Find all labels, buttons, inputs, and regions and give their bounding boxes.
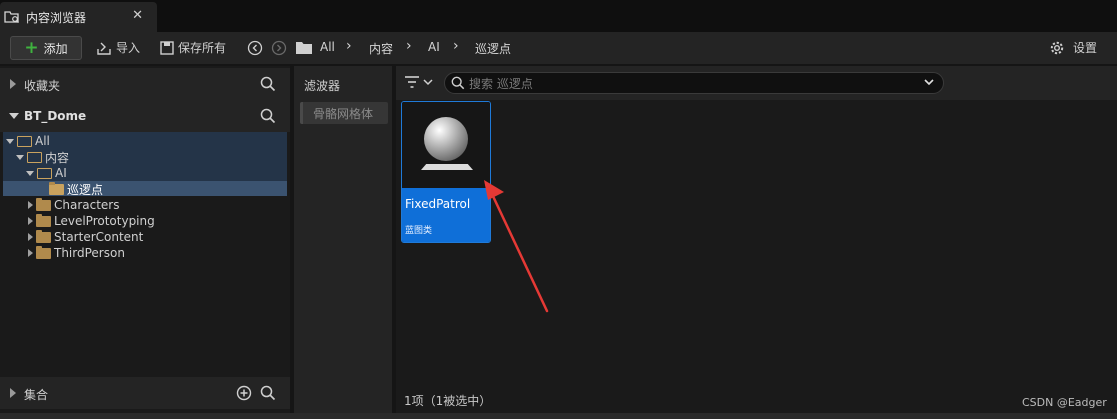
breadcrumb-separator: ›	[346, 38, 352, 54]
tree-item-level-prototyping[interactable]: LevelPrototyping	[28, 213, 155, 229]
save-all-button[interactable]: 保存所有	[160, 39, 226, 56]
folder-icon	[36, 197, 51, 211]
folder-icon-button[interactable]	[296, 41, 316, 54]
tree-item-label: All	[35, 134, 50, 148]
annotation-arrow-icon	[484, 180, 549, 313]
expand-icon	[10, 79, 16, 89]
folder-icon	[49, 181, 64, 195]
filter-chip-skeletal-mesh[interactable]: 骨骼网格体	[300, 102, 388, 124]
chevron-down-icon[interactable]	[923, 76, 935, 91]
tree-item-all[interactable]: All	[6, 133, 50, 149]
project-label: BT_Dome	[24, 109, 87, 123]
breadcrumb-separator: ›	[406, 38, 412, 54]
project-header[interactable]: BT_Dome	[0, 100, 290, 132]
tree-item-label: LevelPrototyping	[54, 214, 155, 228]
breadcrumb-separator: ›	[453, 38, 459, 54]
favorites-header[interactable]: 收藏夹	[0, 68, 290, 100]
search-input[interactable]: 搜索 巡逻点	[444, 72, 944, 94]
collapse-icon	[26, 170, 34, 176]
collections-label: 集合	[24, 388, 49, 402]
breadcrumb-content[interactable]: 内容	[369, 40, 393, 57]
tree-item-starter-content[interactable]: StarterContent	[28, 229, 143, 245]
expand-icon	[28, 217, 33, 225]
toolbar: + 添加 导入 保存所有 All › 内容 › AI › 巡逻点 设置	[0, 32, 1117, 64]
expand-icon	[10, 388, 16, 398]
filters-panel: 滤波器 骨骼网格体	[294, 66, 392, 419]
expand-icon	[28, 249, 33, 257]
history-forward-button[interactable]	[271, 40, 291, 56]
asset-thumbnail	[402, 102, 490, 188]
collections-header[interactable]: 集合	[0, 377, 290, 409]
search-icon[interactable]	[260, 76, 276, 95]
folder-icon	[296, 42, 312, 54]
tree-item-content[interactable]: 内容	[16, 149, 69, 165]
tab-content-browser[interactable]: 内容浏览器 ✕	[0, 2, 157, 32]
folder-icon	[36, 245, 51, 259]
tree-item-label: ThirdPerson	[54, 246, 125, 260]
tree-item-patrol-points[interactable]: 巡逻点	[49, 181, 103, 197]
settings-label: 设置	[1073, 41, 1098, 55]
save-icon	[160, 40, 174, 55]
filter-dropdown-button[interactable]	[404, 75, 433, 89]
tree-item-label: StarterContent	[54, 230, 144, 244]
sources-panel: 收藏夹 BT_Dome All 内容 AI 巡逻点 Characters Lev…	[0, 66, 290, 419]
content-browser-icon	[4, 9, 20, 25]
tree-selected-row	[3, 181, 287, 196]
import-label: 导入	[116, 41, 141, 55]
bottom-strip	[0, 413, 1117, 419]
expand-icon	[28, 233, 33, 241]
tab-title: 内容浏览器	[26, 10, 87, 25]
tree-item-third-person[interactable]: ThirdPerson	[28, 245, 125, 261]
tree-item-label: 巡逻点	[67, 182, 104, 197]
collapse-icon	[6, 138, 14, 144]
add-circle-icon[interactable]	[236, 385, 252, 404]
tree-item-ai[interactable]: AI	[26, 165, 67, 181]
save-all-label: 保存所有	[178, 41, 227, 55]
import-button[interactable]: 导入	[96, 39, 140, 56]
expand-icon	[28, 201, 33, 209]
collapse-icon	[16, 154, 24, 160]
gear-icon	[1050, 41, 1064, 54]
back-arrow-icon	[247, 40, 263, 56]
import-icon	[97, 42, 111, 55]
tree-item-label: Characters	[54, 198, 120, 212]
search-icon[interactable]	[260, 385, 276, 404]
tree-item-label: AI	[55, 166, 67, 180]
breadcrumb-ai[interactable]: AI	[428, 40, 440, 54]
asset-info: FixedPatrol 蓝图类	[402, 188, 490, 242]
forward-arrow-icon	[271, 40, 287, 56]
search-placeholder: 搜索 巡逻点	[469, 76, 533, 91]
settings-button[interactable]: 设置	[1049, 39, 1097, 56]
tree-item-characters[interactable]: Characters	[28, 197, 120, 213]
history-back-button[interactable]	[247, 40, 267, 56]
asset-name: FixedPatrol	[405, 197, 471, 211]
folder-open-icon	[37, 167, 52, 179]
folder-icon	[36, 229, 51, 243]
status-text: 1项（1被选中）	[404, 394, 492, 408]
asset-view-toolbar: 搜索 巡逻点	[396, 66, 1117, 100]
breadcrumb-all[interactable]: All	[320, 40, 335, 54]
sphere-icon	[424, 117, 468, 161]
close-icon[interactable]: ✕	[132, 8, 143, 23]
folder-icon	[36, 213, 51, 227]
collapse-icon	[9, 113, 19, 119]
search-icon	[451, 76, 465, 93]
breadcrumb-patrol-points[interactable]: 巡逻点	[475, 40, 511, 57]
tab-bar: 内容浏览器 ✕	[0, 0, 1117, 32]
pedestal-icon	[421, 164, 473, 170]
filters-title: 滤波器	[304, 79, 341, 93]
filter-icon	[405, 76, 419, 88]
add-button[interactable]: + 添加	[10, 36, 82, 60]
asset-type: 蓝图类	[405, 226, 433, 236]
add-button-label: 添加	[43, 41, 68, 56]
folder-open-icon	[27, 151, 42, 163]
search-icon[interactable]	[260, 108, 276, 127]
tree-item-label: 内容	[45, 150, 70, 165]
favorites-label: 收藏夹	[24, 79, 61, 93]
watermark: CSDN @Eadger	[1022, 396, 1107, 409]
plus-icon: +	[24, 37, 39, 58]
chevron-down-icon	[423, 79, 433, 86]
folder-open-icon	[17, 135, 32, 147]
